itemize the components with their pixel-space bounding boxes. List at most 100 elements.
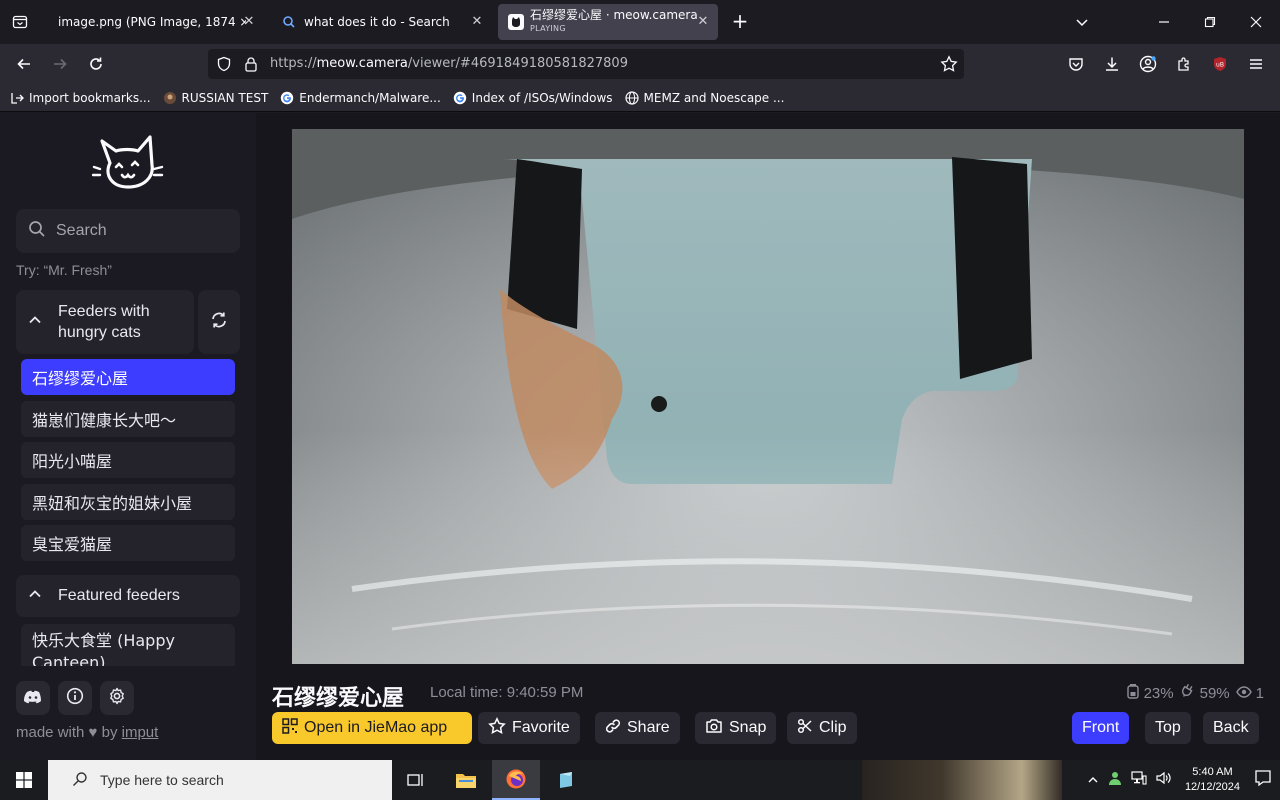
tab-title: 石缪缪爱心屋 · meow.camera [530, 8, 698, 22]
share-button[interactable]: Share [595, 712, 680, 744]
hungry-feeders-header[interactable]: Feeders with hungry cats [16, 290, 194, 354]
close-icon[interactable]: ✕ [470, 15, 484, 29]
url-host: meow.camera [316, 56, 408, 71]
account-icon[interactable] [1136, 52, 1160, 76]
volume-icon[interactable] [1155, 770, 1171, 790]
chevron-up-icon[interactable] [1087, 771, 1099, 790]
windows-start-icon[interactable] [0, 760, 48, 800]
downloads-icon[interactable] [1100, 52, 1124, 76]
camera-front-button[interactable]: Front [1072, 712, 1130, 744]
bookmark-item[interactable]: RUSSIAN TEST [163, 91, 268, 105]
info-icon [66, 687, 84, 709]
shield-icon[interactable] [216, 56, 232, 76]
search-icon [282, 15, 296, 29]
tab-search[interactable]: what does it do - Search ✕ [272, 4, 492, 40]
cat-logo-icon[interactable] [91, 129, 164, 193]
page-content: Try: “Mr. Fresh” Feeders with hungry cat… [0, 113, 1280, 760]
clip-button[interactable]: Clip [787, 712, 857, 744]
feeder-item[interactable]: 阳光小喵屋 [21, 442, 235, 478]
viewers-value: 1 [1255, 684, 1264, 702]
new-tab-button[interactable]: + [728, 10, 752, 34]
food-icon [1126, 683, 1140, 703]
minimize-icon[interactable] [1152, 10, 1176, 34]
section-title: Featured feeders [58, 587, 180, 604]
file-explorer-icon[interactable] [442, 760, 490, 800]
url-bar[interactable]: https://meow.camera/viewer/#469184918058… [208, 49, 964, 79]
navigation-toolbar: https://meow.camera/viewer/#469184918058… [0, 44, 1280, 84]
qr-code-icon [282, 717, 298, 739]
author-link[interactable]: imput [122, 724, 159, 741]
featured-feeders-header[interactable]: Featured feeders [16, 575, 240, 617]
button-label: Snap [729, 719, 767, 736]
taskbar-clock[interactable]: 5:40 AM 12/12/2024 [1185, 765, 1240, 795]
local-time: Local time: 9:40:59 PM [430, 684, 584, 701]
people-icon[interactable] [1107, 770, 1123, 790]
close-icon[interactable]: ✕ [696, 15, 710, 29]
viewer-count: 1 [1235, 684, 1264, 702]
lock-icon[interactable] [244, 56, 258, 76]
bookmark-label: Endermanch/Malware... [299, 90, 441, 105]
scissors-icon [797, 718, 813, 739]
close-icon[interactable]: ✕ [242, 15, 256, 29]
camera-video-feed[interactable] [292, 129, 1244, 664]
search-icon [72, 771, 88, 790]
chevron-down-icon[interactable] [1070, 10, 1094, 34]
clock-date: 12/12/2024 [1184, 781, 1240, 793]
food-value: 23% [1143, 684, 1174, 702]
button-label: Open in JieMao app [304, 719, 448, 736]
tab-list-icon[interactable] [8, 10, 32, 34]
heart-icon: ♥ [88, 724, 98, 741]
notifications-icon[interactable] [1254, 769, 1272, 791]
tab-image[interactable]: image.png (PNG Image, 1874 × 888 pixels)… [44, 4, 264, 40]
bookmark-item[interactable]: MEMZ and Noescape ... [624, 90, 785, 105]
camera-top-button[interactable]: Top [1145, 712, 1191, 744]
feeder-search[interactable] [16, 209, 240, 253]
site-icon [163, 91, 177, 105]
section-title: Feeders with hungry cats [58, 303, 150, 341]
feeder-item[interactable]: 臭宝爱猫屋 [21, 525, 235, 561]
menu-icon[interactable] [1244, 52, 1268, 76]
bookmark-star-icon[interactable] [940, 55, 958, 77]
favorite-button[interactable]: Favorite [478, 712, 580, 744]
feeder-item[interactable]: 猫崽们健康长大吧～ [21, 401, 235, 437]
network-icon[interactable] [1131, 770, 1147, 790]
open-app-button[interactable]: Open in JieMao app [272, 712, 472, 744]
taskbar-search[interactable]: Type here to search [48, 760, 392, 800]
refresh-button[interactable] [198, 290, 240, 354]
feeder-item[interactable]: 快乐大食堂 (Happy Canteen) [21, 624, 235, 666]
firefox-icon[interactable] [492, 760, 540, 800]
app-icon[interactable] [542, 760, 590, 800]
svg-text:uB: uB [1216, 62, 1224, 69]
search-icon [28, 220, 46, 242]
task-view-icon[interactable] [392, 760, 440, 800]
restore-icon[interactable] [1198, 10, 1222, 34]
url-text[interactable]: https://meow.camera/viewer/#469184918058… [270, 56, 628, 71]
feeder-item[interactable]: 石缪缪爱心屋 [21, 359, 235, 395]
bookmark-item[interactable]: Index of /ISOs/Windows [453, 91, 613, 105]
clock-time: 5:40 AM [1192, 766, 1233, 778]
credit-by: by [101, 724, 118, 741]
bookmarks-toolbar: Import bookmarks... RUSSIAN TEST Enderma… [0, 84, 1280, 112]
tab-title: what does it do - Search [304, 15, 450, 29]
search-input[interactable] [56, 222, 226, 240]
feeder-item[interactable]: 黑妞和灰宝的姐妹小屋 [21, 484, 235, 520]
url-path: /viewer/#4691849180581827809 [407, 56, 628, 71]
bookmark-item[interactable]: Endermanch/Malware... [280, 91, 441, 105]
bookmark-label: MEMZ and Noescape ... [643, 90, 785, 105]
snap-button[interactable]: Snap [695, 712, 777, 744]
made-with-credit: made with ♥ by imput [16, 724, 158, 741]
ublock-icon[interactable]: uB [1208, 52, 1232, 76]
info-button[interactable] [58, 681, 92, 715]
settings-button[interactable] [100, 681, 134, 715]
discord-button[interactable] [16, 681, 50, 715]
close-window-icon[interactable] [1244, 10, 1268, 34]
camera-back-button[interactable]: Back [1203, 712, 1259, 744]
bookmark-item[interactable]: Import bookmarks... [10, 91, 151, 105]
extensions-icon[interactable] [1172, 52, 1196, 76]
forward-arrow-icon[interactable] [48, 52, 72, 76]
pocket-icon[interactable] [1064, 52, 1088, 76]
taskbar-search-placeholder: Type here to search [100, 772, 224, 788]
reload-icon[interactable] [84, 52, 108, 76]
back-arrow-icon[interactable] [12, 52, 36, 76]
tab-meow-camera[interactable]: 石缪缪爱心屋 · meow.camera PLAYING ✕ [498, 4, 718, 40]
